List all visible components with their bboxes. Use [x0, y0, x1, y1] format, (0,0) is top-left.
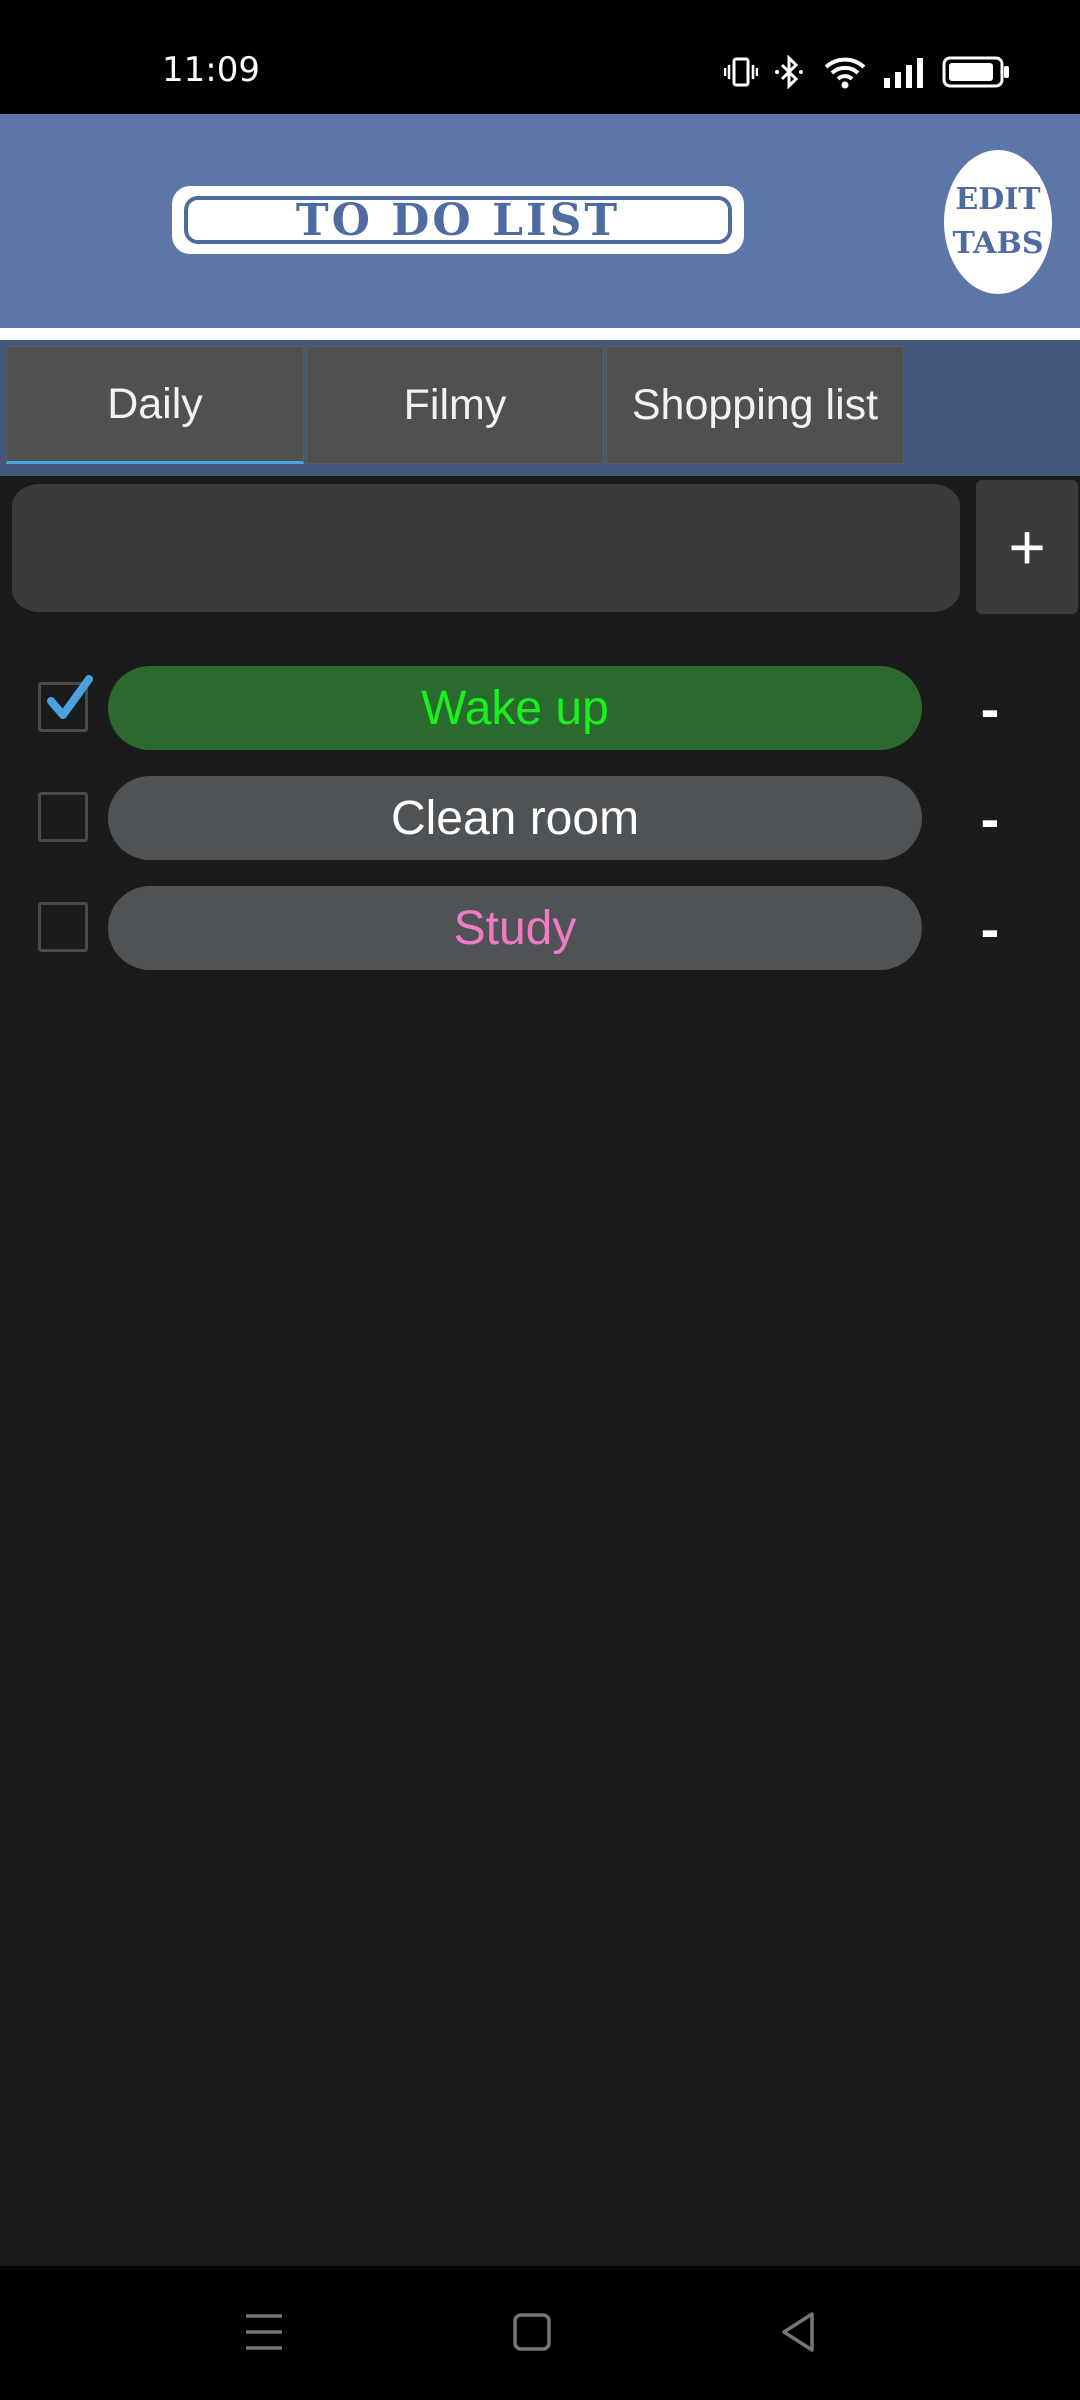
edit-tabs-label-line2: TABS	[952, 226, 1044, 261]
vibrate-icon	[724, 57, 758, 87]
tab-shopping-list[interactable]: Shopping list	[606, 346, 904, 464]
todo-item-label[interactable]: Clean room	[108, 776, 922, 860]
todo-checkbox[interactable]	[38, 792, 88, 842]
remove-item-button[interactable]: -	[960, 666, 1020, 750]
system-nav-bar	[0, 2266, 1080, 2400]
todo-item: Wake up -	[0, 666, 1080, 750]
add-item-button[interactable]: +	[976, 480, 1078, 614]
signal-icon	[882, 56, 926, 88]
todo-item: Clean room -	[0, 776, 1080, 860]
add-button-label: +	[1008, 511, 1046, 583]
remove-label: -	[980, 676, 1000, 740]
todo-item-label[interactable]: Study	[108, 886, 922, 970]
tab-label: Filmy	[403, 380, 507, 429]
todo-text: Clean room	[390, 791, 640, 845]
remove-label: -	[980, 896, 1000, 960]
status-icons	[724, 50, 1010, 94]
status-bar: 11:09	[0, 0, 1080, 114]
bluetooth-icon	[774, 55, 808, 89]
app-header: TO DO LIST EDIT TABS	[0, 114, 1080, 328]
battery-icon	[942, 56, 1010, 88]
app-logo-text: TO DO LIST	[184, 195, 732, 246]
tab-bar: Daily Filmy Shopping list	[0, 340, 1080, 476]
todo-item: Study -	[0, 886, 1080, 970]
tab-filmy[interactable]: Filmy	[306, 346, 604, 464]
remove-item-button[interactable]: -	[960, 776, 1020, 860]
wifi-icon	[824, 55, 866, 89]
header-divider	[0, 328, 1080, 340]
todo-text: Study	[453, 901, 577, 955]
home-icon[interactable]	[512, 2310, 552, 2359]
todo-text: Wake up	[421, 681, 609, 735]
back-icon[interactable]	[778, 2310, 818, 2359]
app-logo: TO DO LIST	[172, 186, 744, 254]
new-item-input[interactable]	[12, 484, 960, 612]
todo-checkbox[interactable]	[38, 675, 93, 732]
remove-item-button[interactable]: -	[960, 886, 1020, 970]
remove-label: -	[980, 786, 1000, 850]
status-time: 11:09	[162, 50, 260, 90]
todo-item-label[interactable]: Wake up	[108, 666, 922, 750]
tab-label: Shopping list	[631, 380, 879, 429]
tab-label: Daily	[107, 379, 203, 428]
todo-checkbox[interactable]	[38, 902, 88, 952]
edit-tabs-button[interactable]: EDIT TABS	[944, 150, 1052, 294]
edit-tabs-label-line1: EDIT	[955, 182, 1041, 217]
tab-daily[interactable]: Daily	[6, 346, 304, 464]
menu-icon[interactable]	[244, 2310, 284, 2359]
checkmark-icon	[47, 675, 93, 719]
